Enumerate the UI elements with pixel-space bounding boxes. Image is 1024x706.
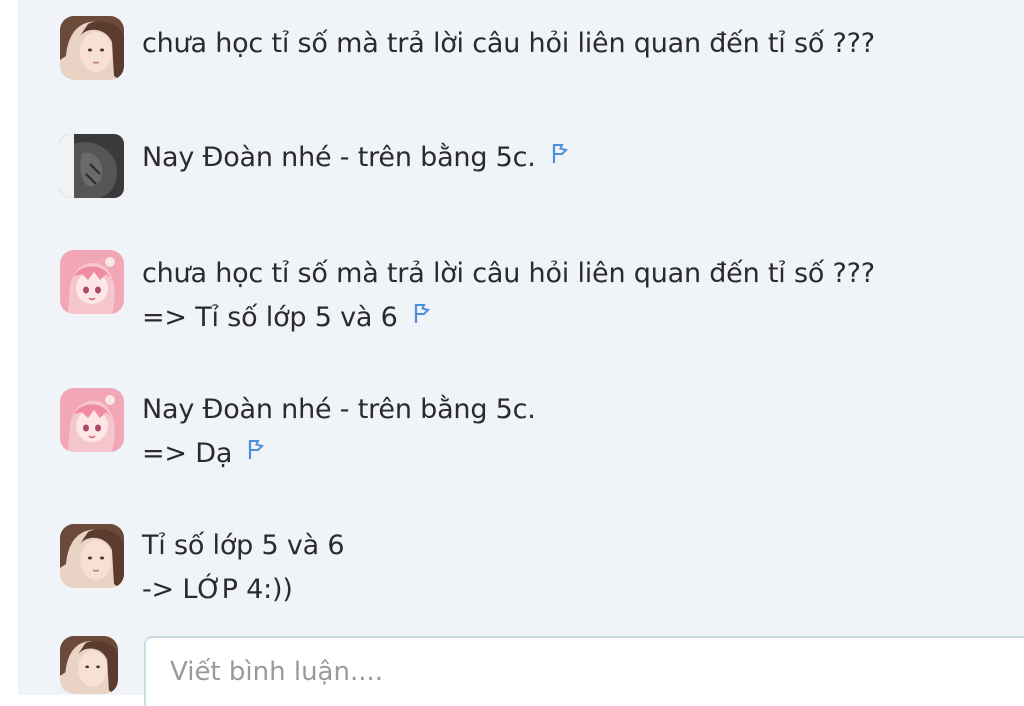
flag-icon[interactable]	[550, 134, 572, 178]
girl-avatar-icon[interactable]	[60, 16, 124, 80]
dark-avatar-icon[interactable]	[60, 134, 124, 198]
comment-line: => Tỉ số lớp 5 và 6	[142, 302, 398, 333]
comment-line: => Dạ	[142, 438, 233, 469]
comment-line: Nay Đoàn nhé - trên bằng 5c.	[142, 394, 536, 425]
comment-line: -> LỚP 4:))	[142, 574, 293, 605]
comment-line: chưa học tỉ số mà trả lời câu hỏi liên q…	[142, 28, 875, 59]
comment-text: chưa học tỉ số mà trả lời câu hỏi liên q…	[142, 252, 875, 340]
comment-text: Nay Đoàn nhé - trên bằng 5c. => Dạ	[142, 388, 536, 476]
comment-text: Nay Đoàn nhé - trên bằng 5c.	[142, 136, 572, 180]
flag-icon[interactable]	[246, 430, 268, 474]
girl-avatar-icon[interactable]	[60, 524, 124, 588]
anime-pink-avatar-icon[interactable]	[60, 250, 124, 314]
flag-icon[interactable]	[412, 294, 434, 338]
comment-text: Tỉ số lớp 5 và 6 -> LỚP 4:))	[142, 524, 345, 612]
comment-text: chưa học tỉ số mà trả lời câu hỏi liên q…	[142, 22, 875, 66]
comment-line: chưa học tỉ số mà trả lời câu hỏi liên q…	[142, 258, 875, 289]
comment-line: Tỉ số lớp 5 và 6	[142, 530, 345, 561]
comments-panel: chưa học tỉ số mà trả lời câu hỏi liên q…	[18, 0, 1024, 706]
comment-line: Nay Đoàn nhé - trên bằng 5c.	[142, 142, 536, 173]
anime-pink-avatar-icon[interactable]	[60, 388, 124, 452]
current-user-avatar-icon[interactable]	[60, 636, 118, 694]
comment-input[interactable]	[144, 636, 1024, 706]
